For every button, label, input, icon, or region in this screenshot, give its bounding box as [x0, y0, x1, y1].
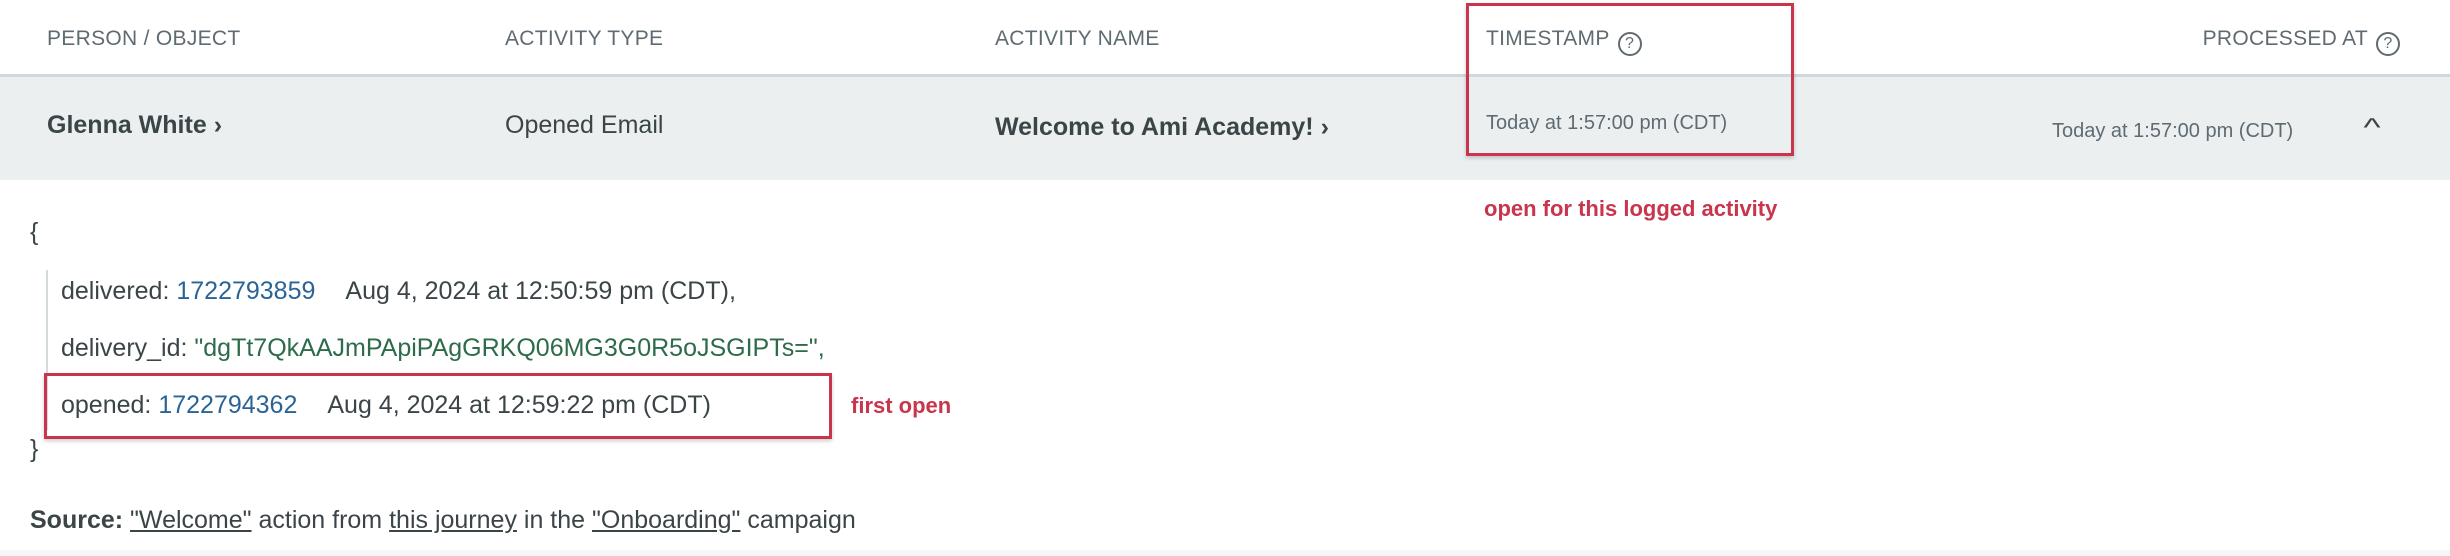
delivered-date: Aug 4, 2024 at 12:50:59 pm (CDT),: [345, 277, 736, 305]
action-link[interactable]: "Welcome": [130, 506, 251, 534]
bottom-divider: [0, 550, 2450, 556]
header-activity-name: ACTIVITY NAME: [995, 27, 1160, 50]
source-text: in the: [516, 506, 593, 534]
delivered-value: 1722793859: [176, 277, 316, 305]
chevron-right-icon: ›: [1320, 113, 1329, 141]
open-brace: {: [30, 218, 39, 246]
source-text: action from: [251, 506, 390, 534]
delivery-id-line: delivery_id: "dgTt7QkAAJmPApiPAgGRKQ06MG…: [61, 334, 825, 363]
close-brace: }: [30, 435, 39, 463]
timestamp-annotation: open for this logged activity: [1484, 196, 1778, 221]
journey-link[interactable]: this journey: [389, 506, 517, 534]
activity-name[interactable]: Welcome to Ami Academy!: [995, 113, 1314, 141]
source-line: Source: "Welcome" action from this journ…: [30, 506, 856, 535]
source-label: Source:: [30, 506, 124, 534]
chevron-up-icon[interactable]: ^: [2364, 112, 2381, 143]
header-activity-type: ACTIVITY TYPE: [505, 27, 664, 50]
header-person: PERSON / OBJECT: [47, 27, 241, 50]
person-name[interactable]: Glenna White: [47, 111, 207, 139]
activity-type: Opened Email: [505, 111, 664, 139]
processed-at-value: Today at 1:57:00 pm (CDT): [2052, 120, 2294, 142]
activity-name-link[interactable]: Welcome to Ami Academy! ›: [995, 113, 1329, 142]
opened-highlight-box: [44, 373, 832, 439]
key: delivery_id:: [61, 334, 188, 362]
source-text: campaign: [740, 506, 856, 534]
delivery-id-value: "dgTt7QkAAJmPApiPAgGRKQ06MG3G0R5oJSGIPTs…: [194, 334, 825, 362]
chevron-right-icon: ›: [213, 111, 223, 139]
header-processed-label: PROCESSED AT: [2202, 27, 2368, 50]
header-processed-at: PROCESSED AT?: [2203, 27, 2400, 56]
person-link[interactable]: Glenna White ›: [47, 111, 222, 140]
campaign-link[interactable]: "Onboarding": [592, 506, 740, 534]
timestamp-highlight-box: [1466, 3, 1794, 156]
opened-annotation: first open: [851, 393, 952, 418]
help-icon[interactable]: ?: [2376, 32, 2400, 56]
key: delivered:: [61, 277, 170, 305]
delivered-line: delivered: 1722793859 Aug 4, 2024 at 12:5…: [61, 277, 736, 306]
